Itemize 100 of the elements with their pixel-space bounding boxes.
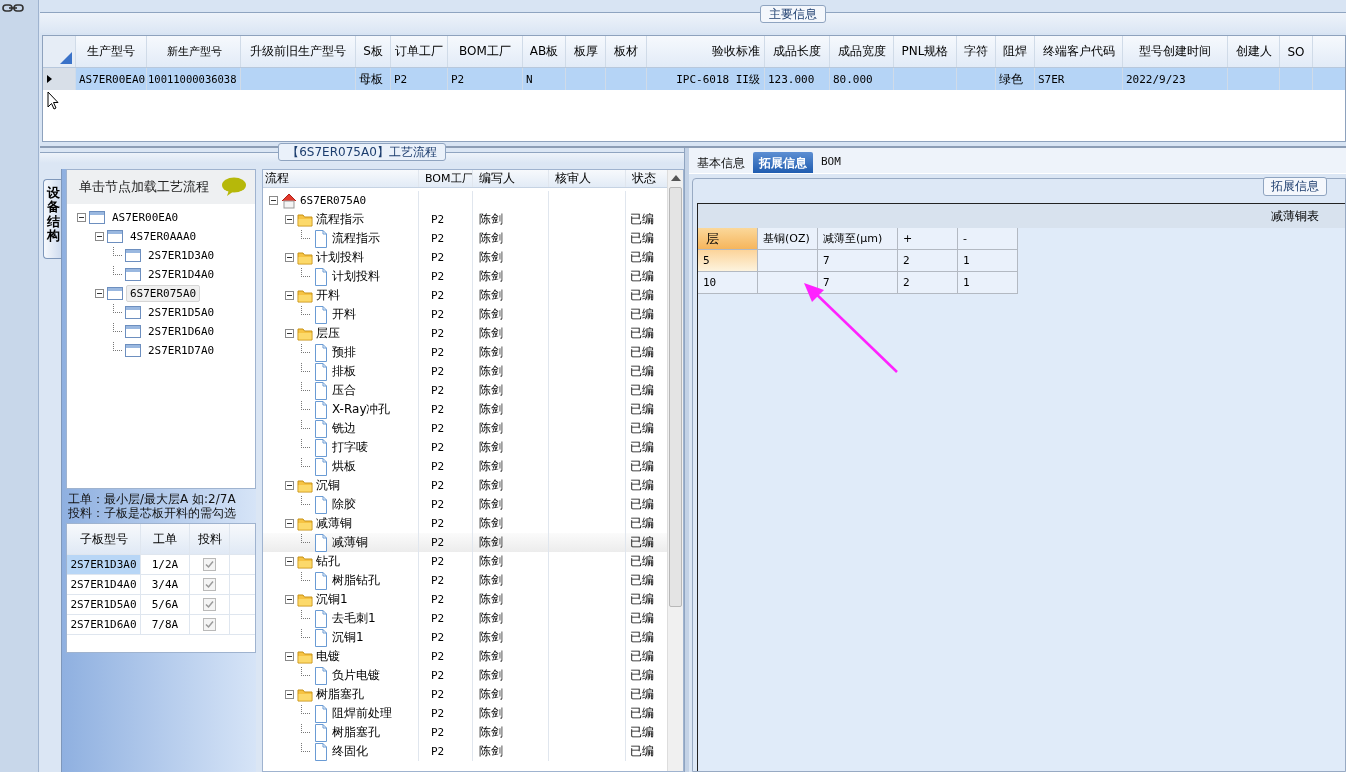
tree-node[interactable]: 开料 [316,287,340,304]
table-cell: P2 [431,251,445,264]
tab[interactable]: BOM [815,152,847,173]
column-header[interactable]: 子板型号 [67,524,141,554]
collapse-icon[interactable] [285,329,294,338]
tree-node[interactable]: 除胶 [332,496,356,513]
table-cell: S7ER [1035,68,1123,90]
collapse-icon[interactable] [285,652,294,661]
column-header[interactable]: BOM工厂 [419,170,473,187]
tree-node[interactable]: 烘板 [332,458,356,475]
column-header[interactable]: 成品长度 [765,36,830,67]
tree-node[interactable]: 计划投料 [332,268,380,285]
tree-node[interactable]: 沉铜 [316,477,340,494]
collapse-icon[interactable] [95,289,104,298]
tree-node[interactable]: 层压 [316,325,340,342]
tree-node[interactable]: 沉铜1 [332,629,364,646]
tree-node[interactable]: 打字唛 [332,439,368,456]
column-header[interactable]: 新生产型号 [147,36,241,67]
tree-node[interactable]: 开料 [332,306,356,323]
collapse-icon[interactable] [285,291,294,300]
tree-node[interactable]: 2S7ER1D7A0 [144,342,219,359]
scrollbar[interactable] [667,170,683,771]
column-header[interactable]: 板厚 [566,36,606,67]
column-header[interactable]: 核审人 [549,170,626,187]
collapse-icon[interactable] [285,253,294,262]
collapse-icon[interactable] [77,213,86,222]
tree-node[interactable]: 6S7ER075A0 [300,194,367,207]
column-header[interactable]: 减薄至(μm) [818,228,898,250]
table-cell: P2 [431,270,445,283]
column-header[interactable]: AB板 [523,36,566,67]
column-header[interactable]: 终端客户代码 [1035,36,1123,67]
column-header[interactable]: 升级前旧生产型号 [241,36,356,67]
tree-node[interactable]: 铣边 [332,420,356,437]
tree-node[interactable]: 电镀 [316,648,340,665]
tree-node[interactable]: X-Ray冲孔 [332,401,391,418]
table-cell: 陈剑 [479,496,503,513]
collapse-icon[interactable] [285,481,294,490]
table-cell: 陈剑 [479,667,503,684]
column-header[interactable]: 字符 [957,36,996,67]
tree-node[interactable]: 沉铜1 [316,591,348,608]
collapse-icon[interactable] [285,215,294,224]
column-header[interactable]: BOM工厂 [448,36,523,67]
column-header[interactable]: 流程 [263,170,419,187]
column-header[interactable]: S板 [356,36,391,67]
tree-node[interactable]: 计划投料 [316,249,364,266]
tree-node[interactable]: 2S7ER1D4A0 [144,266,219,283]
column-header[interactable]: 成品宽度 [830,36,894,67]
column-header[interactable]: 生产型号 [76,36,147,67]
column-header[interactable]: 阻焊 [996,36,1035,67]
tab[interactable]: 拓展信息 [753,152,813,173]
collapse-icon[interactable] [285,519,294,528]
tree-node[interactable]: 排板 [332,363,356,380]
tree-node[interactable]: 负片电镀 [332,667,380,684]
tree-node[interactable]: 终固化 [332,743,368,760]
column-header[interactable]: 工单 [141,524,190,554]
collapse-icon[interactable] [285,690,294,699]
column-header[interactable]: + [898,228,958,250]
chain-icon[interactable] [2,2,24,14]
column-header[interactable]: 验收标准 [647,36,765,67]
column-header[interactable]: 层 [698,228,758,250]
side-tab[interactable]: 设备结构 [43,179,61,259]
checkbox[interactable] [203,598,216,611]
tree-node[interactable]: 流程指示 [332,230,380,247]
tree-node[interactable]: 2S7ER1D5A0 [144,304,219,321]
tree-node[interactable]: AS7ER00EA0 [108,209,183,226]
tree-node[interactable]: 减薄铜 [316,515,352,532]
column-header[interactable]: 型号创建时间 [1123,36,1228,67]
collapse-icon[interactable] [285,557,294,566]
collapse-icon[interactable] [285,595,294,604]
checkbox[interactable] [203,558,216,571]
tree-node[interactable]: 树脂塞孔 [316,686,364,703]
tree-node[interactable]: 6S7ER075A0 [126,285,201,302]
tree-node[interactable]: 2S7ER1D6A0 [144,323,219,340]
tab[interactable]: 基本信息 [691,152,751,173]
column-header[interactable]: 订单工厂 [391,36,448,67]
column-header[interactable]: 编写人 [473,170,549,187]
tree-node[interactable]: 2S7ER1D3A0 [144,247,219,264]
collapse-icon[interactable] [95,232,104,241]
data-row[interactable]: AS7ER00EA0 10011000036038 母板 P2 P2 N IPC-6018 II级 123.000 80.000 绿色 S7ER 2022/9/23 [43,68,1345,90]
tree-node[interactable]: 压合 [332,382,356,399]
column-header[interactable]: SO [1280,36,1313,67]
tree-node[interactable]: 流程指示 [316,211,364,228]
column-header[interactable]: 状态 [626,170,662,187]
column-header[interactable]: PNL规格 [894,36,957,67]
checkbox[interactable] [203,618,216,631]
column-header[interactable]: - [958,228,1018,250]
tree-node[interactable]: 树脂塞孔 [332,724,380,741]
column-header[interactable]: 创建人 [1228,36,1280,67]
column-header[interactable]: 基铜(OZ) [758,228,818,250]
checkbox[interactable] [203,578,216,591]
tree-node[interactable]: 减薄铜 [332,534,368,551]
tree-node[interactable]: 去毛刺1 [332,610,376,627]
tree-node[interactable]: 树脂钻孔 [332,572,380,589]
tree-node[interactable]: 钻孔 [316,553,340,570]
tree-node[interactable]: 4S7ER0AAA0 [126,228,201,245]
column-header[interactable]: 板材 [606,36,647,67]
tree-node[interactable]: 预排 [332,344,356,361]
column-header[interactable]: 投料 [190,524,230,554]
collapse-icon[interactable] [269,196,278,205]
tree-node[interactable]: 阻焊前处理 [332,705,392,722]
